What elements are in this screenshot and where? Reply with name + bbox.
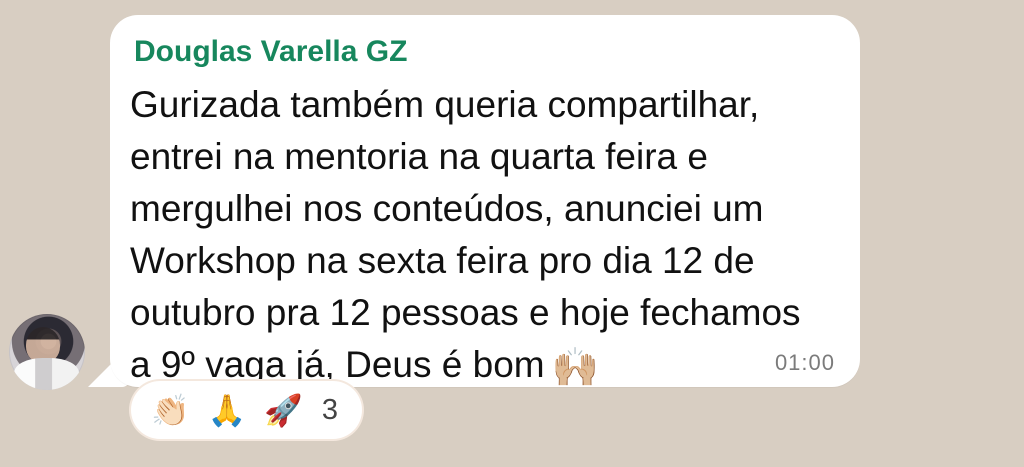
profile-avatar-icon[interactable] bbox=[9, 314, 85, 390]
message-text: Gurizada também queria compartilhar, ent… bbox=[130, 79, 830, 391]
message-body-text: Gurizada também queria compartilhar, ent… bbox=[130, 84, 801, 385]
chat-message-screen: Douglas Varella GZ Gurizada também queri… bbox=[0, 0, 1024, 467]
message-bubble[interactable]: Douglas Varella GZ Gurizada também queri… bbox=[110, 15, 860, 387]
rocket-icon: 🚀 bbox=[264, 392, 303, 428]
sender-name[interactable]: Douglas Varella GZ bbox=[134, 34, 407, 70]
clapping-hands-icon: 👏🏻 bbox=[151, 392, 190, 428]
folded-hands-icon: 🙏 bbox=[207, 392, 247, 428]
reaction-count: 3 bbox=[321, 393, 338, 426]
reaction-summary[interactable]: 👏🏻 🙏 🚀 3 bbox=[131, 381, 362, 439]
raised-hands-icon: 🙌🏼 bbox=[551, 347, 599, 389]
message-timestamp: 01:00 bbox=[774, 350, 835, 375]
